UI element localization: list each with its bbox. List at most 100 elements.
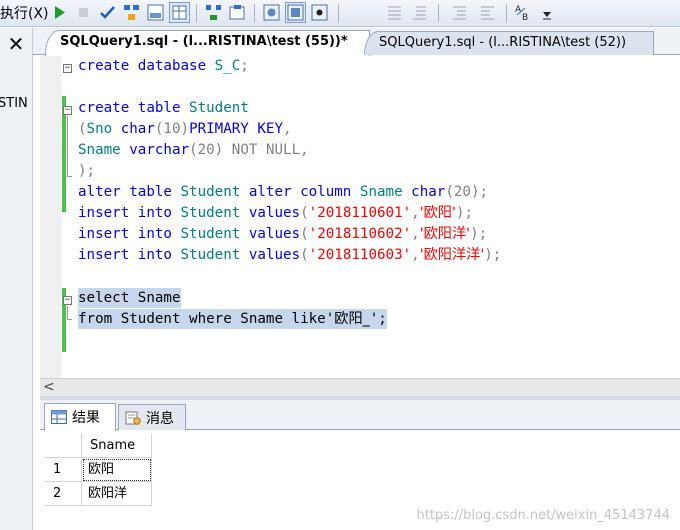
code-line: insert into Student values('2018110601',… <box>78 203 473 223</box>
fold-marker-icon[interactable]: − <box>63 106 72 115</box>
query-editor[interactable]: − − − create database S_C; create table … <box>40 56 680 378</box>
results-to-text-icon[interactable] <box>146 3 165 22</box>
string-literal: '2018110602' <box>308 226 412 242</box>
watermark: https://blog.csdn.net/weixin_45143744 <box>416 508 670 523</box>
punctuation: ); <box>470 226 488 242</box>
tab-messages[interactable]: 消息 <box>118 404 186 430</box>
punctuation: , <box>300 142 309 158</box>
scroll-left-icon[interactable]: < <box>43 379 55 396</box>
keyword: create database <box>78 58 207 74</box>
code-line: (Sno char(10)PRIMARY KEY, <box>78 119 292 139</box>
identifier: Student <box>171 247 241 263</box>
string-literal: '2018110603' <box>308 247 412 263</box>
svg-text:B: B <box>522 13 528 22</box>
debug-play-icon[interactable] <box>50 3 69 22</box>
identifier: Student <box>171 205 241 221</box>
code-line: alter table Student alter column Sname c… <box>78 182 488 202</box>
uncomment-lines-icon[interactable] <box>410 3 429 22</box>
specify-template-values-icon[interactable]: A B <box>514 3 533 22</box>
results-to-grid-icon[interactable] <box>169 2 190 23</box>
keyword: char <box>402 184 446 200</box>
identifier: Sname <box>351 184 403 200</box>
increase-indent-icon[interactable] <box>478 3 497 22</box>
tab-messages-label: 消息 <box>146 411 174 427</box>
tab-query-55[interactable]: SQLQuery1.sql - (l...RISTINA\test (55))* <box>45 30 370 56</box>
keyword: values <box>240 205 301 221</box>
sqlcmd-mode-icon[interactable] <box>310 3 329 22</box>
code-line: ); <box>78 161 95 181</box>
keyword: char <box>112 121 155 137</box>
fold-guide-end <box>67 319 72 320</box>
fold-marker-icon[interactable]: − <box>63 64 72 73</box>
toolbar-separator <box>254 4 255 22</box>
punctuation: , <box>283 121 292 137</box>
punctuation: ( <box>78 121 87 137</box>
identifier: S_C <box>206 58 241 74</box>
editor-margin <box>40 56 61 378</box>
row-number[interactable]: 1 <box>44 458 82 482</box>
keyword: varchar <box>120 142 190 158</box>
code-line: create table Student <box>78 98 249 118</box>
table-cell[interactable]: 欧阳洋 <box>82 482 152 506</box>
keyword: create table <box>78 100 181 116</box>
object-explorer-panel: ✕ STIN <box>0 28 33 530</box>
grid-icon <box>51 410 67 424</box>
selected-code-line: select Sname <box>78 288 181 308</box>
code-line: create database S_C; <box>78 56 249 76</box>
toolbar-separator <box>506 4 507 22</box>
grid-corner[interactable] <box>44 434 82 458</box>
comment-lines-icon[interactable] <box>385 3 404 22</box>
editor-horizontal-scrollbar[interactable]: < <box>40 378 680 396</box>
row-number[interactable]: 2 <box>44 482 82 506</box>
document-tab-strip: SQLQuery1.sql - (l...RISTINA\test (55))*… <box>33 28 680 56</box>
punctuation: ; <box>240 58 249 74</box>
toolbar-separator <box>196 4 197 22</box>
close-icon[interactable]: ✕ <box>3 31 29 57</box>
keyword: PRIMARY KEY <box>189 121 284 137</box>
punctuation: , <box>411 226 420 242</box>
keyword: alter column <box>240 184 352 200</box>
identifier: Student <box>171 184 241 200</box>
punctuation: (10) <box>154 121 190 137</box>
string-literal: '欧阳洋' <box>419 226 471 242</box>
code-line: insert into Student values('2018110603',… <box>78 245 501 265</box>
code-line: Sname varchar(20) NOT NULL, <box>78 140 309 160</box>
stop-icon[interactable] <box>74 3 93 22</box>
fold-guide-line <box>67 116 68 176</box>
column-header[interactable]: Sname <box>82 434 152 458</box>
toolbar: 执行(X) A B <box>0 0 680 27</box>
estimated-plan-icon[interactable] <box>122 3 141 22</box>
toolbar-separator <box>438 4 439 22</box>
punctuation: ( <box>300 226 309 242</box>
tab-query-52[interactable]: SQLQuery1.sql - (l...RISTINA\test (52)) <box>364 31 654 55</box>
tab-results-label: 结果 <box>72 410 100 426</box>
code-text: from Student where Sname like' <box>78 311 335 327</box>
table-cell[interactable]: 欧阳 <box>82 458 152 482</box>
string-literal: '2018110601' <box>308 205 412 221</box>
keyword: insert into <box>78 247 172 263</box>
fold-marker-icon[interactable]: − <box>63 296 72 305</box>
tab-results[interactable]: 结果 <box>44 403 116 431</box>
punctuation: (20) <box>189 142 224 158</box>
decrease-indent-icon[interactable] <box>450 3 469 22</box>
selected-code-line: from Student where Sname like'欧阳_'; <box>78 309 387 329</box>
execute-button[interactable]: 执行(X) <box>0 3 49 23</box>
punctuation: ); <box>484 247 502 263</box>
code-line: insert into Student values('2018110602',… <box>78 224 487 244</box>
results-tab-strip: 结果 消息 <box>40 400 680 431</box>
keyword: NOT NULL <box>223 142 301 158</box>
include-plan-icon[interactable] <box>204 3 223 22</box>
keyword: values <box>240 247 301 263</box>
punctuation: ( <box>300 247 309 263</box>
toolbar-overflow-icon[interactable] <box>541 3 553 22</box>
punctuation: , <box>411 247 420 263</box>
client-statistics-icon[interactable] <box>228 3 247 22</box>
identifier: Sname <box>78 142 121 158</box>
punctuation: (20); <box>445 184 489 200</box>
object-explorer-partial-label: STIN <box>0 96 28 111</box>
query-options-icon[interactable] <box>262 3 281 22</box>
parse-check-icon[interactable] <box>98 3 117 22</box>
keyword: alter table <box>78 184 172 200</box>
intellisense-icon[interactable] <box>285 2 306 23</box>
messages-icon <box>125 411 141 425</box>
